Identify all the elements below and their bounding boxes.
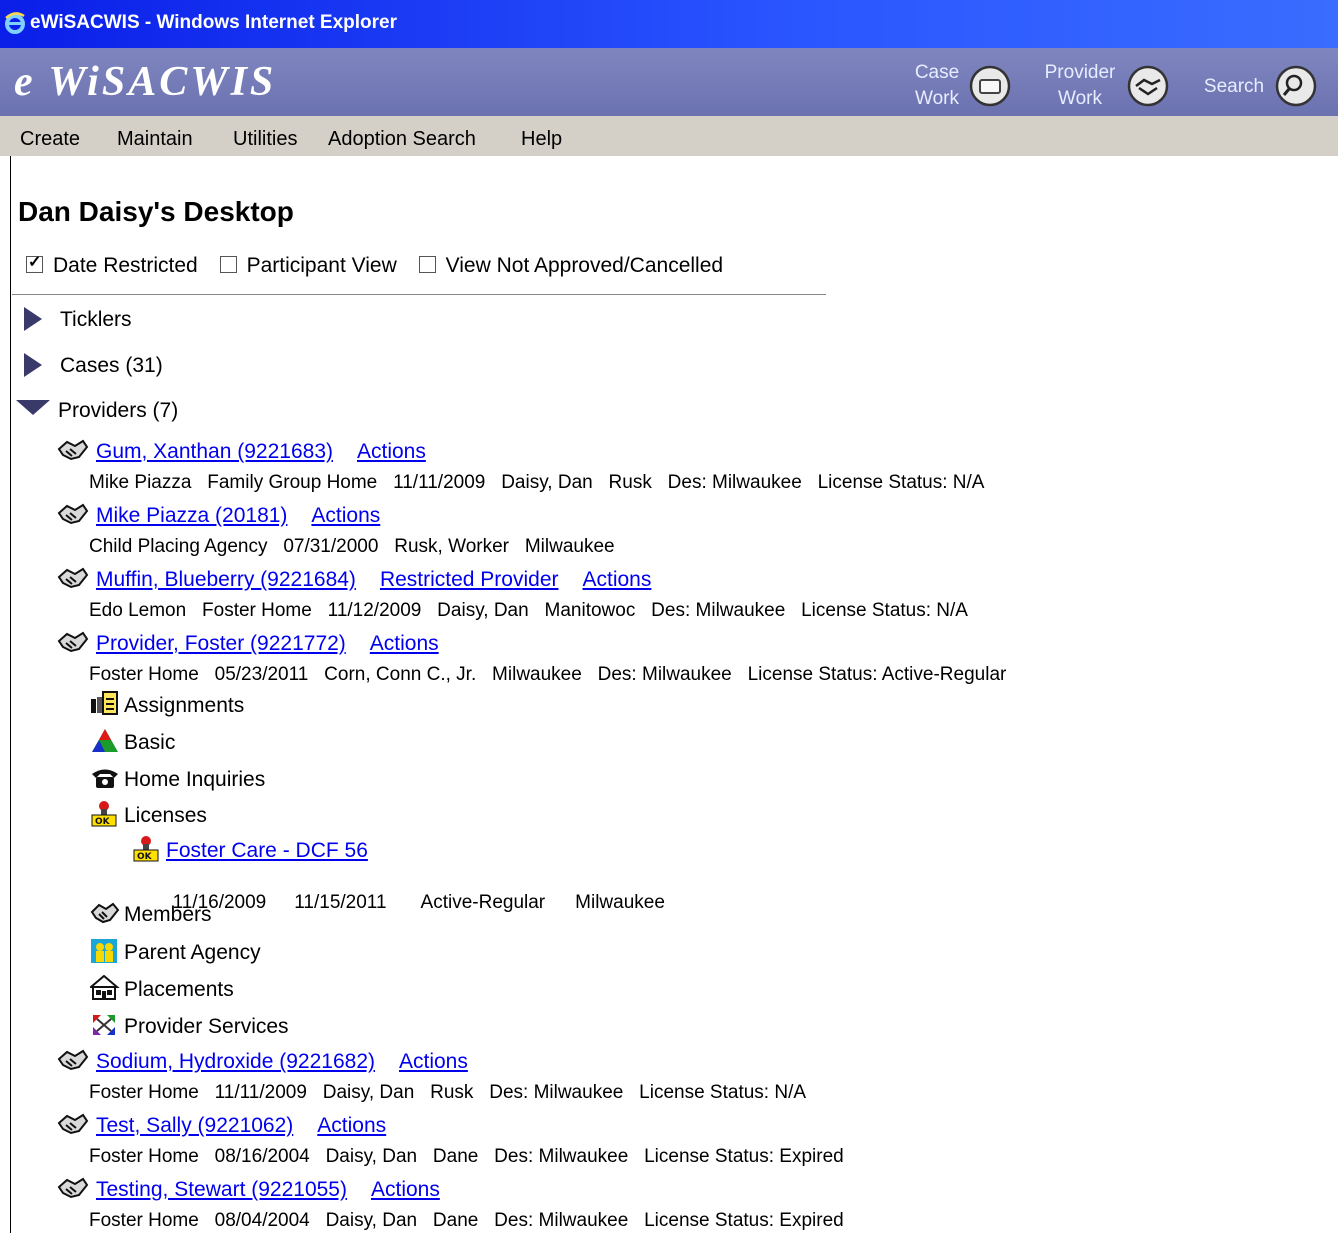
provider-link[interactable]: Test, Sally (9221062): [96, 1114, 293, 1137]
provider-row: Sodium, Hydroxide (9221682) Actions: [56, 1047, 468, 1074]
subitem-assignments[interactable]: Assignments: [90, 691, 244, 718]
svg-text:OK: OK: [137, 852, 153, 862]
house-icon: [90, 975, 120, 1000]
provider-link[interactable]: Gum, Xanthan (9221683): [96, 440, 333, 463]
provider-row: Gum, Xanthan (9221683) Actions: [56, 437, 426, 464]
menu-bar: Create Maintain Utilities Adoption Searc…: [0, 116, 1338, 156]
actions-link[interactable]: Actions: [399, 1050, 468, 1073]
restricted-provider-link[interactable]: Restricted Provider: [380, 568, 559, 591]
subitem-basic[interactable]: Basic: [90, 728, 175, 755]
provider-link[interactable]: Testing, Stewart (9221055): [96, 1178, 347, 1201]
actions-link[interactable]: Actions: [583, 568, 652, 591]
window-title: eWiSACWIS - Windows Internet Explorer: [30, 12, 398, 33]
provider-work-button[interactable]: Provider Work: [1040, 60, 1120, 112]
license-link[interactable]: Foster Care - DCF 56: [166, 839, 368, 862]
license-row: OK Foster Care - DCF 56: [132, 836, 368, 863]
left-divider: [10, 156, 11, 1233]
provider-detail: Edo Lemon Foster Home 11/12/2009 Daisy, …: [89, 600, 968, 621]
actions-link[interactable]: Actions: [317, 1114, 386, 1137]
view-not-approved-label: View Not Approved/Cancelled: [445, 254, 724, 277]
page-title: Dan Daisy's Desktop: [18, 196, 294, 227]
case-work-icon[interactable]: [968, 64, 1012, 108]
tree-node-cases[interactable]: Cases (31): [24, 353, 163, 378]
license-ok-icon: OK: [133, 836, 159, 862]
actions-link[interactable]: Actions: [371, 1178, 440, 1201]
parent-agency-icon: [91, 939, 117, 963]
window-title-bar: eWiSACWIS - Windows Internet Explorer: [0, 0, 1338, 48]
participant-view-checkbox[interactable]: [219, 256, 237, 273]
provider-link[interactable]: Sodium, Hydroxide (9221682): [96, 1050, 375, 1073]
provider-detail: Foster Home 05/23/2011 Corn, Conn C., Jr…: [89, 664, 1007, 685]
menu-adoption-search[interactable]: Adoption Search: [328, 128, 476, 151]
subitem-home-inquiries[interactable]: Home Inquiries: [90, 765, 265, 792]
tree-node-ticklers[interactable]: Ticklers: [24, 307, 132, 332]
participant-view-label: Participant View: [246, 254, 397, 277]
menu-maintain[interactable]: Maintain: [117, 128, 193, 151]
internet-explorer-icon: [5, 12, 25, 34]
provider-link[interactable]: Provider, Foster (9221772): [96, 632, 346, 655]
provider-detail: Foster Home 08/04/2004 Daisy, Dan Dane D…: [89, 1210, 844, 1231]
license-end-date: 11/15/2011: [294, 892, 387, 913]
provider-row: Mike Piazza (20181) Actions: [56, 501, 380, 528]
filter-divider: [12, 294, 826, 296]
provider-detail: Foster Home 08/16/2004 Daisy, Dan Dane D…: [89, 1146, 844, 1167]
basic-triangle-icon: [92, 729, 118, 752]
app-logo: e WiSACWIS: [14, 59, 277, 105]
subitem-licenses[interactable]: OK Licenses: [90, 801, 207, 828]
actions-link[interactable]: Actions: [357, 440, 426, 463]
arrows-icon: [93, 1015, 115, 1035]
assignments-icon: [91, 691, 118, 715]
license-ok-icon: OK: [91, 801, 117, 827]
menu-utilities[interactable]: Utilities: [233, 128, 297, 151]
license-detail: 11/16/2009 11/15/2011 Active-Regular Milwau…: [162, 870, 665, 914]
provider-work-icon[interactable]: [1126, 64, 1170, 108]
handshake-icon: [57, 1177, 89, 1199]
menu-create[interactable]: Create: [20, 128, 80, 151]
collapse-icon[interactable]: [16, 400, 50, 415]
handshake-icon: [57, 567, 89, 589]
provider-row: Testing, Stewart (9221055) Actions: [56, 1175, 440, 1202]
case-work-button[interactable]: Case Work: [910, 60, 964, 112]
expand-icon[interactable]: [24, 307, 42, 331]
provider-detail: Foster Home 11/11/2009 Daisy, Dan Rusk D…: [89, 1082, 807, 1103]
provider-detail: Child Placing Agency 07/31/2000 Rusk, Wo…: [89, 536, 615, 557]
handshake-icon: [57, 1049, 89, 1071]
expand-icon[interactable]: [24, 353, 42, 377]
subitem-members[interactable]: Members: [90, 900, 212, 927]
svg-text:OK: OK: [95, 817, 111, 827]
provider-row: Provider, Foster (9221772) Actions: [56, 629, 439, 656]
tree-node-providers[interactable]: Providers (7): [16, 399, 178, 423]
provider-link[interactable]: Mike Piazza (20181): [96, 504, 287, 527]
search-button[interactable]: Search: [1196, 74, 1272, 100]
date-restricted-label: Date Restricted: [53, 254, 198, 277]
view-not-approved-checkbox[interactable]: [418, 256, 436, 273]
menu-help[interactable]: Help: [521, 128, 562, 151]
license-status: Active-Regular: [420, 892, 546, 913]
app-banner: e WiSACWIS Case Work Provider Work Searc…: [0, 48, 1338, 116]
handshake-icon: [90, 902, 120, 924]
provider-link[interactable]: Muffin, Blueberry (9221684): [96, 568, 356, 591]
license-county: Milwaukee: [575, 892, 665, 913]
handshake-icon: [57, 631, 89, 653]
actions-link[interactable]: Actions: [311, 504, 380, 527]
subitem-provider-services[interactable]: Provider Services: [90, 1012, 289, 1039]
provider-row: Test, Sally (9221062) Actions: [56, 1111, 386, 1138]
handshake-icon: [57, 439, 89, 461]
subitem-placements[interactable]: Placements: [90, 975, 234, 1002]
filter-row: Date Restricted Participant View View No…: [26, 252, 739, 278]
subitem-parent-agency[interactable]: Parent Agency: [90, 938, 261, 965]
search-icon[interactable]: [1274, 64, 1318, 108]
handshake-icon: [57, 1113, 89, 1135]
actions-link[interactable]: Actions: [370, 632, 439, 655]
provider-row: Muffin, Blueberry (9221684) Restricted Pr…: [56, 565, 651, 592]
provider-detail: Mike Piazza Family Group Home 11/11/2009…: [89, 472, 985, 493]
date-restricted-checkbox[interactable]: [26, 252, 43, 273]
telephone-icon: [92, 769, 118, 788]
handshake-icon: [57, 503, 89, 525]
